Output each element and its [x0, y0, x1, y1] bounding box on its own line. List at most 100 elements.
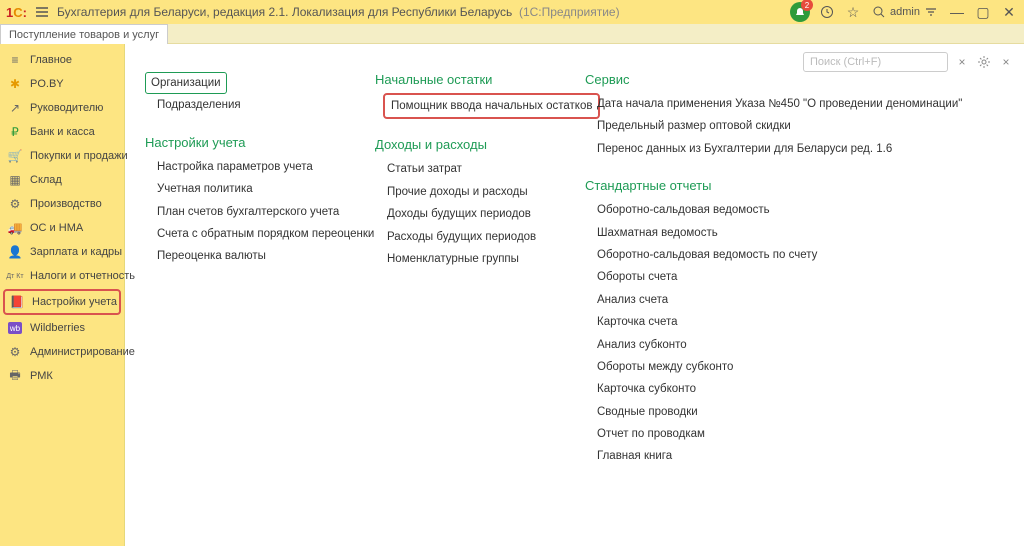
sidebar-item-payroll[interactable]: 👤 Зарплата и кадры	[0, 240, 124, 264]
search-input[interactable]: Поиск (Ctrl+F)	[803, 52, 948, 72]
sidebar-item-taxes[interactable]: Дт КтНалоги и отчетность	[0, 264, 124, 288]
sidebar-item-manager[interactable]: ↗ Руководителю	[0, 96, 124, 120]
sidebar-item-label: Руководителю	[30, 102, 103, 114]
sidebar-item-label: РМК	[30, 370, 53, 382]
link-trial-balance-account[interactable]: Оборотно-сальдовая ведомость по счету	[585, 244, 962, 266]
money-icon: ₽	[8, 125, 22, 139]
sidebar-item-label: Налоги и отчетность	[30, 270, 135, 282]
search-icon[interactable]	[870, 3, 888, 21]
link-general-ledger[interactable]: Главная книга	[585, 445, 962, 467]
sidebar-item-poby[interactable]: ✱ PO.BY	[0, 72, 124, 96]
cart-icon: 🛒	[8, 149, 22, 163]
book-icon: 📕	[10, 295, 24, 309]
clear-search-button[interactable]: ×	[954, 54, 970, 70]
sidebar-item-assets[interactable]: 🚚 ОС и НМА	[0, 216, 124, 240]
maximize-button[interactable]: ▢	[974, 3, 992, 21]
link-opening-balance-wizard[interactable]: Помощник ввода начальных остатков	[383, 93, 600, 119]
star-icon[interactable]: ☆	[844, 3, 862, 21]
section-accounting-settings: Настройки учета	[145, 135, 335, 150]
sidebar-item-admin[interactable]: ⚙Администрирование	[0, 340, 124, 364]
list-icon: ≡	[8, 53, 22, 67]
gear-icon: ⚙	[8, 345, 22, 359]
gear-icon: ⚙	[8, 197, 22, 211]
history-icon[interactable]	[818, 3, 836, 21]
app-logo: 1C:	[6, 5, 27, 20]
link-chart-of-accounts[interactable]: План счетов бухгалтерского учета	[145, 201, 335, 223]
link-account-turnover[interactable]: Обороты счета	[585, 266, 962, 288]
link-chess-report[interactable]: Шахматная ведомость	[585, 222, 962, 244]
link-accounting-policy[interactable]: Учетная политика	[145, 178, 335, 200]
sidebar-item-label: Wildberries	[30, 322, 85, 334]
dtkt-icon: Дт Кт	[8, 269, 22, 283]
sidebar-item-label: Банк и касса	[30, 126, 95, 138]
chart-icon: ↗	[8, 101, 22, 115]
link-organizations[interactable]: Организации	[145, 72, 227, 94]
content-area: Поиск (Ctrl+F) × × Организации Подраздел…	[125, 44, 1024, 546]
boxes-icon: ▦	[8, 173, 22, 187]
link-ukaz-450-date[interactable]: Дата начала применения Указа №450 "О про…	[585, 93, 962, 115]
column-2: Начальные остатки Помощник ввода начальн…	[375, 72, 545, 486]
link-data-migration[interactable]: Перенос данных из Бухгалтерии для Белару…	[585, 138, 962, 160]
user-label[interactable]: admin	[896, 3, 914, 21]
star-icon: ✱	[8, 77, 22, 91]
sidebar-item-label: Склад	[30, 174, 62, 186]
link-subconto-analysis[interactable]: Анализ субконто	[585, 334, 962, 356]
sidebar-item-warehouse[interactable]: ▦ Склад	[0, 168, 124, 192]
settings-gear-icon[interactable]	[976, 54, 992, 70]
link-trial-balance[interactable]: Оборотно-сальдовая ведомость	[585, 199, 962, 221]
sidebar-item-label: PO.BY	[30, 78, 64, 90]
sidebar-item-label: ОС и НМА	[30, 222, 83, 234]
hamburger-icon[interactable]	[33, 3, 51, 21]
close-panel-button[interactable]: ×	[998, 54, 1014, 70]
sidebar-item-sales[interactable]: 🛒Покупки и продажи	[0, 144, 124, 168]
tabstrip: Поступление товаров и услуг	[0, 24, 1024, 44]
notification-bell-icon[interactable]	[790, 2, 810, 22]
link-summary-postings[interactable]: Сводные проводки	[585, 401, 962, 423]
sidebar-item-main[interactable]: ≡ Главное	[0, 48, 124, 72]
menu-lines-icon[interactable]	[922, 3, 940, 21]
link-cost-items[interactable]: Статьи затрат	[375, 158, 545, 180]
window-title: Бухгалтерия для Беларуси, редакция 2.1. …	[57, 5, 620, 19]
section-service: Сервис	[585, 72, 962, 87]
link-deferred-income[interactable]: Доходы будущих периодов	[375, 203, 545, 225]
link-subdivisions[interactable]: Подразделения	[145, 94, 335, 116]
link-other-income-expense[interactable]: Прочие доходы и расходы	[375, 181, 545, 203]
sidebar-item-label: Администрирование	[30, 346, 135, 358]
person-icon: 👤	[8, 245, 22, 259]
link-reverse-reval-accounts[interactable]: Счета с обратным порядком переоценки	[145, 223, 335, 245]
printer-icon: 🖶	[8, 369, 22, 383]
link-subconto-turnover[interactable]: Обороты между субконто	[585, 356, 962, 378]
section-standard-reports: Стандартные отчеты	[585, 178, 962, 193]
content-toolbar: Поиск (Ctrl+F) × ×	[803, 52, 1014, 72]
sidebar-item-accounting-settings[interactable]: 📕 Настройки учета	[3, 289, 121, 315]
link-deferred-expense[interactable]: Расходы будущих периодов	[375, 226, 545, 248]
sidebar-item-label: Производство	[30, 198, 102, 210]
column-3: Сервис Дата начала применения Указа №450…	[585, 72, 962, 486]
column-1: Организации Подразделения Настройки учет…	[145, 72, 335, 486]
link-wholesale-discount-limit[interactable]: Предельный размер оптовой скидки	[585, 115, 962, 137]
sidebar-item-label: Зарплата и кадры	[30, 246, 122, 258]
wb-icon: wb	[8, 322, 22, 334]
close-button[interactable]: ✕	[1000, 3, 1018, 21]
link-postings-report[interactable]: Отчет по проводкам	[585, 423, 962, 445]
link-account-analysis[interactable]: Анализ счета	[585, 289, 962, 311]
link-currency-reval[interactable]: Переоценка валюты	[145, 245, 335, 267]
sidebar-item-label: Главное	[30, 54, 72, 66]
sidebar-item-bank[interactable]: ₽ Банк и касса	[0, 120, 124, 144]
link-params-setup[interactable]: Настройка параметров учета	[145, 156, 335, 178]
minimize-button[interactable]: —	[948, 3, 966, 21]
section-income-expense: Доходы и расходы	[375, 137, 545, 152]
sidebar-item-label: Покупки и продажи	[30, 150, 128, 162]
tab-goods-receipt[interactable]: Поступление товаров и услуг	[0, 24, 168, 44]
sidebar: ≡ Главное ✱ PO.BY ↗ Руководителю ₽ Банк и ка…	[0, 44, 125, 546]
sidebar-item-rmk[interactable]: 🖶 РМК	[0, 364, 124, 388]
link-nomenclature-groups[interactable]: Номенклатурные группы	[375, 248, 545, 270]
truck-icon: 🚚	[8, 221, 22, 235]
sidebar-item-label: Настройки учета	[32, 296, 117, 308]
link-subconto-card[interactable]: Карточка субконто	[585, 378, 962, 400]
sidebar-item-production[interactable]: ⚙ Производство	[0, 192, 124, 216]
titlebar: 1C: Бухгалтерия для Беларуси, редакция 2…	[0, 0, 1024, 24]
link-account-card[interactable]: Карточка счета	[585, 311, 962, 333]
sidebar-item-wildberries[interactable]: wb Wildberries	[0, 316, 124, 340]
section-opening-balances: Начальные остатки	[375, 72, 545, 87]
